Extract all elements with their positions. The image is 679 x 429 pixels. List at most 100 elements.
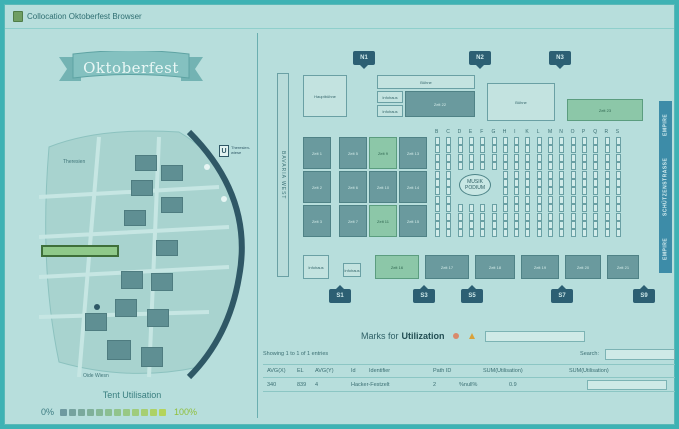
stall[interactable] <box>548 179 553 187</box>
tent[interactable]: Zelt 19 <box>521 255 559 279</box>
stall[interactable] <box>581 187 587 196</box>
stall[interactable] <box>559 137 565 145</box>
stall[interactable] <box>525 221 531 229</box>
map-tent[interactable] <box>85 313 107 331</box>
stall[interactable] <box>502 195 508 204</box>
stall[interactable] <box>446 204 452 213</box>
stall[interactable] <box>615 137 621 145</box>
stall[interactable] <box>525 229 531 238</box>
map-tent[interactable] <box>121 271 143 289</box>
stall[interactable] <box>604 153 610 162</box>
stall[interactable] <box>502 187 508 196</box>
stall[interactable] <box>570 162 576 171</box>
stall[interactable] <box>491 153 497 162</box>
stall[interactable] <box>536 137 542 145</box>
stall[interactable] <box>570 221 576 229</box>
tent[interactable]: Zelt 6 <box>339 171 367 203</box>
stall[interactable] <box>615 212 621 221</box>
stall[interactable] <box>435 195 440 204</box>
stall[interactable] <box>468 221 474 229</box>
stall[interactable] <box>615 195 621 204</box>
stall[interactable] <box>548 153 553 162</box>
stall[interactable] <box>581 212 587 221</box>
stall[interactable] <box>446 170 452 179</box>
stall[interactable] <box>480 145 486 154</box>
stall[interactable] <box>559 179 565 187</box>
stall[interactable] <box>502 221 508 229</box>
stall[interactable] <box>615 187 621 196</box>
stall[interactable] <box>435 204 440 213</box>
stall[interactable] <box>548 137 553 145</box>
stall[interactable] <box>502 162 508 171</box>
stall[interactable] <box>581 229 587 238</box>
stall[interactable] <box>514 137 520 145</box>
stall[interactable] <box>604 137 610 145</box>
stall[interactable] <box>435 221 440 229</box>
stall[interactable] <box>570 145 576 154</box>
stall[interactable] <box>604 204 610 213</box>
stall[interactable] <box>491 162 497 171</box>
info-box[interactable]: Infohaus <box>377 105 403 117</box>
stall[interactable] <box>525 153 531 162</box>
stall[interactable] <box>446 145 452 154</box>
stall[interactable] <box>525 170 531 179</box>
stall[interactable] <box>525 212 531 221</box>
stall[interactable] <box>604 170 610 179</box>
stall[interactable] <box>615 170 621 179</box>
gate-s9[interactable]: S9 <box>633 285 655 303</box>
map-tent[interactable] <box>151 273 173 291</box>
stall[interactable] <box>435 145 440 154</box>
stall[interactable] <box>446 221 452 229</box>
stall[interactable] <box>548 221 553 229</box>
tent[interactable]: Zelt 3 <box>303 205 331 237</box>
stall[interactable] <box>435 212 440 221</box>
stall[interactable] <box>615 162 621 171</box>
search-input[interactable] <box>605 348 675 360</box>
stall[interactable] <box>581 179 587 187</box>
stall[interactable] <box>593 212 599 221</box>
stall[interactable] <box>536 179 542 187</box>
stall[interactable] <box>604 212 610 221</box>
map-tent[interactable] <box>135 155 157 171</box>
stall[interactable] <box>514 204 520 213</box>
stall[interactable] <box>514 145 520 154</box>
gate-n3[interactable]: N3 <box>549 51 571 69</box>
stall[interactable] <box>514 170 520 179</box>
stall[interactable] <box>593 162 599 171</box>
stall[interactable] <box>480 204 486 213</box>
stall[interactable] <box>548 145 553 154</box>
stall[interactable] <box>581 145 587 154</box>
column-header[interactable]: AVG(X) <box>263 368 293 374</box>
tent[interactable]: Zelt 7 <box>339 205 367 237</box>
stall[interactable] <box>536 212 542 221</box>
stall[interactable] <box>480 153 486 162</box>
stall[interactable] <box>525 204 531 213</box>
map-tent[interactable] <box>115 299 137 317</box>
tent[interactable]: Zelt 20 <box>565 255 601 279</box>
stall[interactable] <box>559 221 565 229</box>
stall[interactable] <box>468 229 474 238</box>
gate-s5[interactable]: S5 <box>461 285 483 303</box>
stall[interactable] <box>536 221 542 229</box>
stall[interactable] <box>581 162 587 171</box>
tent[interactable]: Zelt 18 <box>475 255 515 279</box>
map-tent-selected[interactable] <box>41 245 119 257</box>
stall[interactable] <box>435 170 440 179</box>
stall[interactable] <box>604 145 610 154</box>
tent[interactable]: Zelt 1 <box>303 137 331 169</box>
stall[interactable] <box>604 162 610 171</box>
stall[interactable] <box>536 145 542 154</box>
stall[interactable] <box>615 221 621 229</box>
info-box[interactable]: Bühne <box>487 83 555 121</box>
stall[interactable] <box>435 162 440 171</box>
tent[interactable]: Zelt 5 <box>339 137 367 169</box>
column-header[interactable]: Path ID <box>429 368 479 374</box>
stall[interactable] <box>468 204 474 213</box>
stall[interactable] <box>480 162 486 171</box>
column-header[interactable]: EL <box>293 368 311 374</box>
utilisation-input[interactable] <box>587 379 667 390</box>
info-box[interactable]: Infohaus <box>377 91 403 103</box>
column-header[interactable]: Identifier <box>365 368 429 374</box>
map-tent[interactable] <box>161 165 183 181</box>
tent[interactable]: Zelt 21 <box>607 255 639 279</box>
